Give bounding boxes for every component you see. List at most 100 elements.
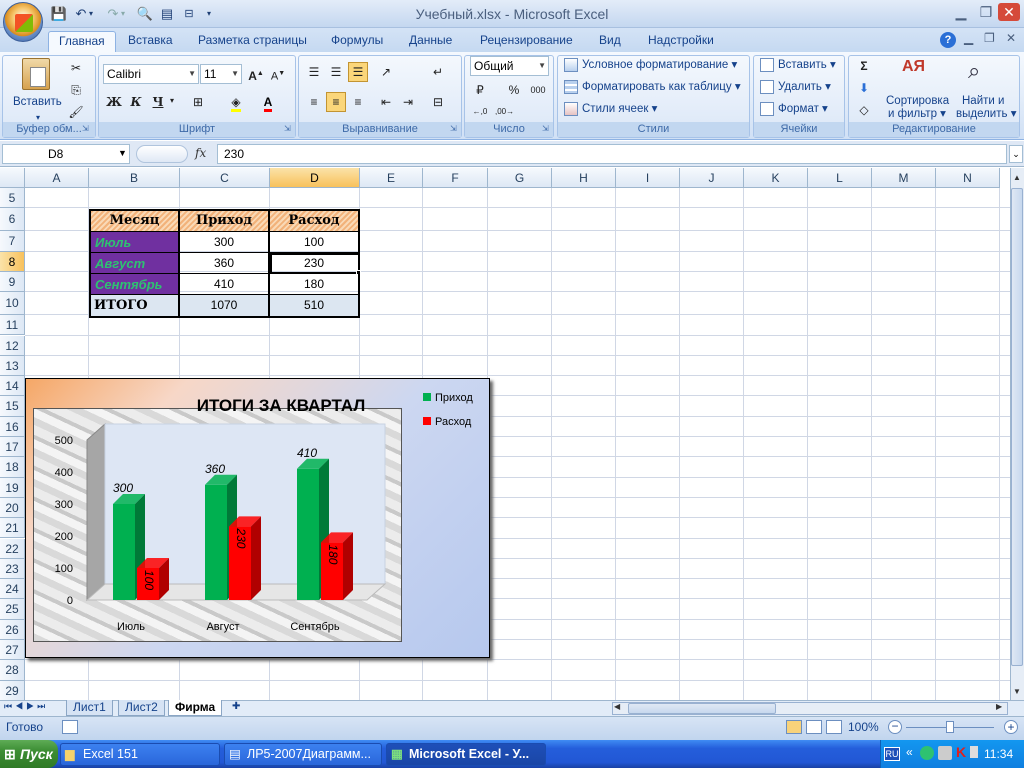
find-select-line2[interactable]: выделить ▾	[956, 106, 1016, 122]
page-break-view-icon[interactable]	[826, 720, 842, 734]
format-as-table-button[interactable]: Форматировать как таблицу ▾	[582, 79, 741, 95]
cell-income-september[interactable]: 410	[180, 274, 270, 295]
restore-icon[interactable]: ❐	[975, 3, 997, 21]
underline-dropdown-icon[interactable]: ▾	[170, 96, 174, 105]
doc-restore-icon[interactable]: ❐	[984, 31, 995, 45]
tab-home[interactable]: Главная	[48, 31, 116, 52]
column-header-a[interactable]: A	[25, 168, 89, 188]
scroll-left-icon[interactable]: ◀	[614, 702, 620, 711]
task-lr5-word[interactable]: ▤ ЛР5-2007Диаграмм...	[224, 743, 382, 766]
decrease-indent-icon[interactable]: ⇤	[376, 92, 396, 112]
number-format-combo[interactable]: Общий ▼	[470, 56, 549, 76]
row-header-27[interactable]: 27	[0, 640, 25, 661]
sheet-tab-firma[interactable]: Фирма	[168, 700, 223, 716]
header-month[interactable]: Месяц	[89, 209, 180, 232]
expand-formula-icon[interactable]: ⌄	[1009, 145, 1023, 163]
column-header-d[interactable]: D	[270, 168, 360, 188]
clipboard-launcher-icon[interactable]: ⇲	[82, 124, 89, 133]
row-header-9[interactable]: 9	[0, 271, 25, 293]
row-header-20[interactable]: 20	[0, 497, 25, 519]
cell-expense-august-selected[interactable]: 230	[270, 253, 360, 274]
sheet-tab-list2[interactable]: Лист2	[118, 700, 165, 716]
close-icon[interactable]: ✕	[998, 3, 1020, 21]
italic-button[interactable]: К	[126, 92, 146, 112]
row-header-17[interactable]: 17	[0, 437, 25, 458]
row-header-5[interactable]: 5	[0, 188, 25, 209]
tab-insert[interactable]: Вставка	[118, 31, 183, 52]
row-header-12[interactable]: 12	[0, 335, 25, 356]
minimize-icon[interactable]: ▁	[950, 3, 972, 21]
row-header-13[interactable]: 13	[0, 355, 25, 377]
tab-view[interactable]: Вид	[589, 31, 631, 52]
macro-record-icon[interactable]	[62, 720, 78, 734]
help-icon[interactable]: ?	[940, 32, 956, 48]
task-microsoft-excel[interactable]: ▦ Microsoft Excel - У...	[386, 743, 546, 766]
row-header-8[interactable]: 8	[0, 251, 25, 272]
row-header-15[interactable]: 15	[0, 396, 25, 417]
scroll-up-icon[interactable]: ▲	[1010, 170, 1024, 186]
shrink-font-icon[interactable]: A▼	[268, 64, 288, 84]
cell-total-label[interactable]: ИТОГО	[89, 295, 180, 318]
name-box[interactable]: D8	[2, 144, 130, 164]
tray-device-icon[interactable]	[938, 746, 952, 760]
percent-icon[interactable]: %	[504, 80, 524, 100]
cell-styles-button[interactable]: Стили ячеек ▾	[582, 101, 657, 117]
increase-decimal-icon[interactable]: ←,0	[470, 102, 490, 122]
merge-center-icon[interactable]: ⊟	[428, 92, 448, 112]
insert-cells-button[interactable]: Вставить ▾	[778, 57, 836, 73]
tray-antivirus-icon[interactable]: K	[956, 744, 966, 760]
sort-filter-line2[interactable]: и фильтр ▾	[888, 106, 946, 122]
align-center-icon[interactable]: ≡	[326, 92, 346, 112]
tab-review[interactable]: Рецензирование	[470, 31, 583, 52]
name-box-dropdown-icon[interactable]: ▼	[118, 148, 127, 158]
doc-close-icon[interactable]: ✕	[1006, 31, 1016, 45]
row-header-18[interactable]: 18	[0, 457, 25, 478]
column-header-j[interactable]: J	[680, 168, 744, 188]
insert-sheet-icon[interactable]: ✚	[232, 701, 254, 715]
cell-expense-september[interactable]: 180	[270, 274, 360, 295]
row-header-22[interactable]: 22	[0, 538, 25, 559]
column-header-n[interactable]: N	[936, 168, 1000, 188]
cell-income-august[interactable]: 360	[180, 253, 270, 274]
orientation-icon[interactable]: ↗	[376, 62, 396, 82]
font-name-combo[interactable]: Calibri ▼	[103, 64, 199, 84]
zoom-level[interactable]: 100%	[848, 720, 879, 734]
row-header-29[interactable]: 29	[0, 680, 25, 701]
clear-icon[interactable]: ◇	[854, 100, 874, 120]
delete-cells-button[interactable]: Удалить ▾	[778, 79, 831, 95]
scroll-down-icon[interactable]: ▼	[1010, 685, 1024, 699]
column-header-g[interactable]: G	[488, 168, 552, 188]
align-top-icon[interactable]: ☰	[304, 62, 324, 82]
cell-income-july[interactable]: 300	[180, 232, 270, 253]
row-header-21[interactable]: 21	[0, 518, 25, 539]
wrap-text-icon[interactable]: ↵	[428, 62, 448, 82]
paste-dropdown-icon[interactable]: ▾	[36, 110, 40, 126]
alignment-launcher-icon[interactable]: ⇲	[450, 124, 457, 133]
conditional-format-button[interactable]: Условное форматирование ▾	[582, 57, 737, 73]
tab-formulas[interactable]: Формулы	[321, 31, 393, 52]
underline-button[interactable]: Ч	[148, 92, 168, 112]
office-button[interactable]	[3, 2, 43, 42]
chart-title[interactable]: ИТОГИ ЗА КВАРТАЛ	[197, 396, 366, 415]
bold-button[interactable]: Ж	[104, 92, 124, 112]
row-header-7[interactable]: 7	[0, 231, 25, 252]
align-right-icon[interactable]: ≡	[348, 92, 368, 112]
increase-indent-icon[interactable]: ⇥	[398, 92, 418, 112]
cell-total-expense[interactable]: 510	[270, 295, 360, 318]
row-header-25[interactable]: 25	[0, 599, 25, 620]
normal-view-icon[interactable]	[786, 720, 802, 734]
cut-icon[interactable]: ✂	[66, 58, 86, 78]
formula-input[interactable]: 230	[217, 144, 1007, 164]
decrease-decimal-icon[interactable]: ,00→	[494, 102, 514, 122]
horizontal-scroll-thumb[interactable]	[628, 703, 776, 714]
header-income[interactable]: Приход	[180, 209, 270, 232]
column-header-c[interactable]: C	[180, 168, 270, 188]
column-header-f[interactable]: F	[423, 168, 488, 188]
currency-icon[interactable]: ₽	[470, 80, 490, 100]
zoom-out-icon[interactable]: −	[888, 720, 902, 734]
header-expense[interactable]: Расход	[270, 209, 360, 232]
tray-network-icon[interactable]	[920, 746, 934, 760]
column-header-b[interactable]: B	[89, 168, 180, 188]
ribbon-minimize-icon[interactable]: ▁	[964, 31, 973, 45]
align-middle-icon[interactable]: ☰	[326, 62, 346, 82]
